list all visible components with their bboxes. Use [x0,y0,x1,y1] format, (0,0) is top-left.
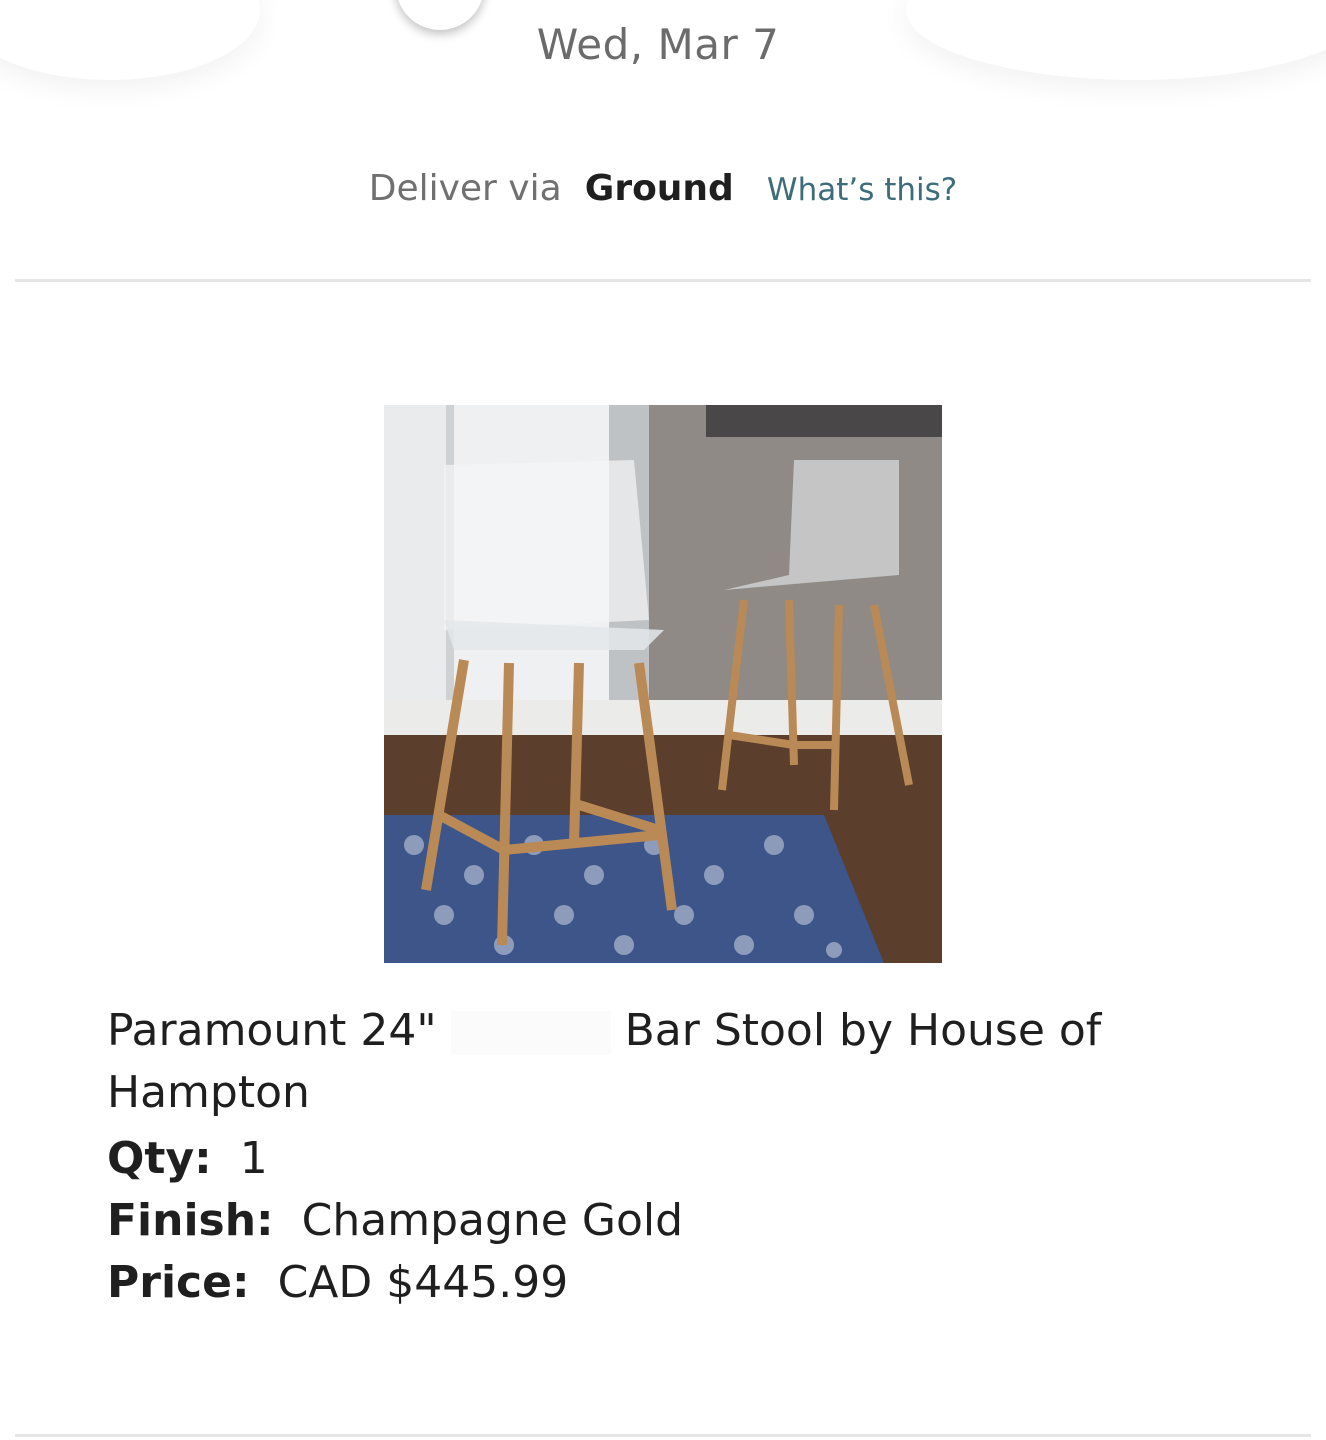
price-value: CAD $445.99 [277,1257,569,1308]
delivery-date: Wed, Mar 7 [536,20,780,69]
price-label: Price: [107,1257,250,1308]
section-divider-bottom [15,1434,1311,1437]
bar-stool-photo [384,405,942,963]
redacted-text [450,1011,611,1055]
product-image[interactable] [384,405,942,963]
product-title[interactable]: Paramount 24" Bar Stool by House of Hamp… [107,1000,1147,1124]
product-title-part1: Paramount 24" [107,1005,437,1056]
product-details: Paramount 24" Bar Stool by House of Hamp… [107,1000,1147,1314]
finish-row: Finish: Champagne Gold [107,1190,1147,1252]
deliver-via-label: Deliver via [368,168,562,209]
delivery-method: Ground [584,168,734,209]
finish-value: Champagne Gold [301,1195,684,1246]
quantity-value: 1 [239,1133,268,1184]
section-divider [15,279,1311,282]
whats-this-link[interactable]: What’s this? [767,172,957,208]
finish-label: Finish: [107,1195,274,1246]
quantity-label: Qty: [107,1133,212,1184]
price-row: Price: CAD $445.99 [107,1252,1147,1314]
quantity-row: Qty: 1 [107,1128,1147,1190]
delivery-method-row: Deliver via Ground What’s this? [0,168,1326,209]
